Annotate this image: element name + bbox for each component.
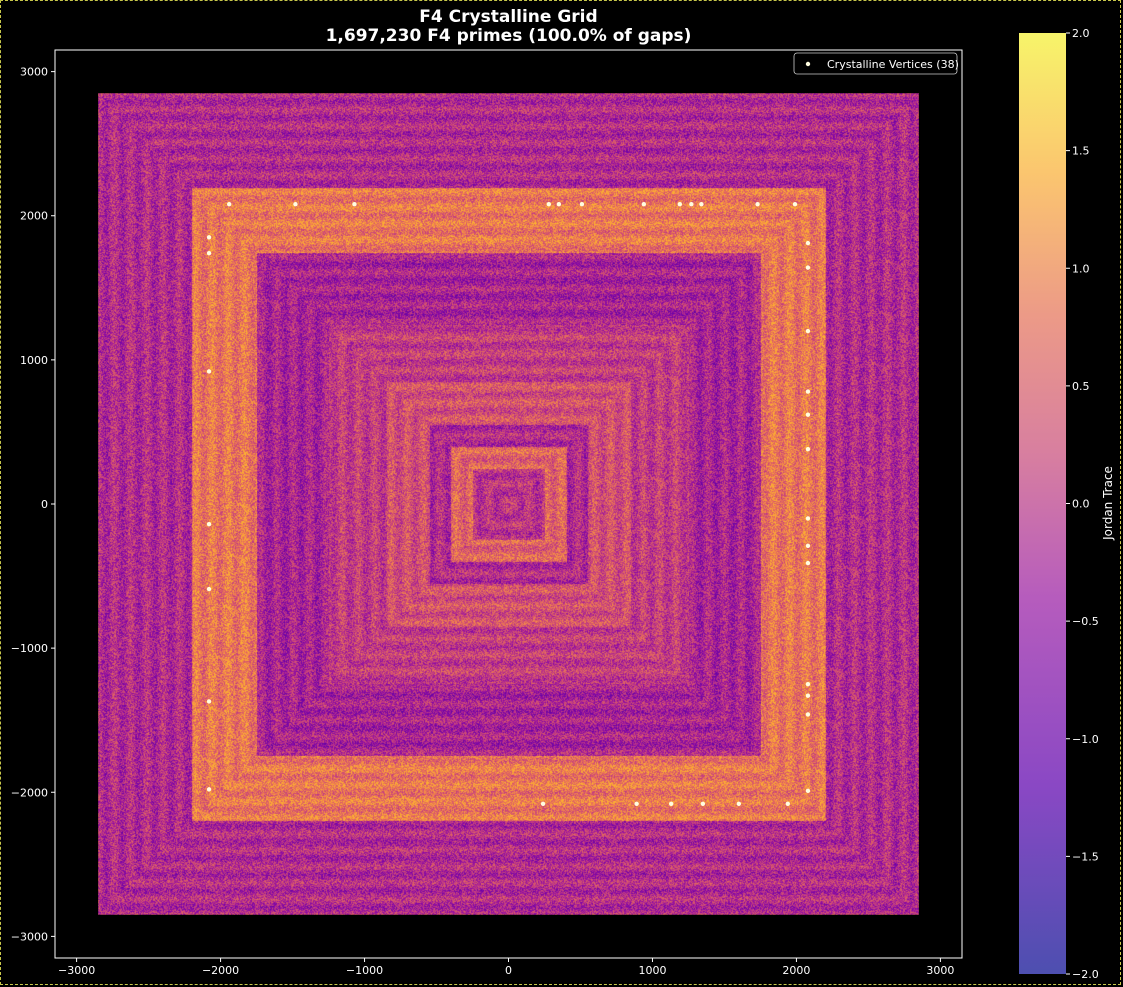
y-tick-label: 0 <box>41 498 48 511</box>
vertex-point <box>206 521 212 527</box>
x-tick-label: 1000 <box>638 964 666 977</box>
legend-marker <box>805 61 811 67</box>
vertex-point <box>805 240 811 246</box>
legend-label: Crystalline Vertices (38) <box>827 58 959 71</box>
vertex-point <box>805 389 811 394</box>
x-tick-label: −2000 <box>202 964 239 977</box>
colorbar-tick-label: −0.5 <box>1072 615 1099 628</box>
vertex-point <box>206 586 212 592</box>
colorbar-tick-label: −1.0 <box>1072 733 1099 746</box>
vertex-point <box>668 801 674 806</box>
vertex-point <box>699 202 704 207</box>
colorbar-tick-label: 2.0 <box>1072 27 1090 40</box>
vertex-point <box>206 699 212 704</box>
vertex-point <box>206 369 212 374</box>
chart-svg: −3000 −2000 −1000 0 1000 2000 3000 −3000−2000−… <box>11 27 1115 981</box>
vertex-point <box>700 801 706 806</box>
vertex-point <box>206 787 212 792</box>
colorbar-tick-label: −1.5 <box>1072 850 1099 863</box>
y-tick-label: −3000 <box>11 930 48 943</box>
colorbar-tick-label: 1.5 <box>1072 145 1090 158</box>
vertex-point <box>785 801 790 806</box>
vertex-point <box>755 202 760 207</box>
vertex-point <box>634 801 639 806</box>
vertex-point <box>352 202 357 207</box>
vertex-point <box>805 788 811 794</box>
x-tick-label: 2000 <box>782 964 810 977</box>
vertex-point <box>579 202 585 207</box>
y-axis: −3000 −2000 −1000 0 1000 2000 3000 <box>11 66 55 943</box>
vertex-point <box>641 202 647 207</box>
colorbar <box>1019 33 1066 974</box>
colorbar-ticks: 2.0 1.5 1.0 0.5 0.0 −0.5 −1.0 −1.5 −2.0 <box>1066 27 1099 981</box>
x-tick-label: 0 <box>505 964 512 977</box>
x-tick-label: 3000 <box>926 964 954 977</box>
colorbar-label: Jordan Trace <box>1101 466 1115 541</box>
vertex-point <box>805 712 811 717</box>
y-tick-label: 1000 <box>20 354 48 367</box>
vertex-point <box>805 681 811 687</box>
y-tick-label: 3000 <box>20 66 48 79</box>
vertex-point <box>805 543 811 548</box>
y-tick-label: −2000 <box>11 786 48 799</box>
vertex-point <box>805 328 811 334</box>
y-tick-label: −1000 <box>11 642 48 655</box>
vertex-point <box>805 560 811 566</box>
colorbar-tick-label: 0.5 <box>1072 380 1090 393</box>
x-tick-label: −3000 <box>58 964 95 977</box>
vertex-point <box>677 202 683 207</box>
colorbar-gradient <box>1019 33 1066 974</box>
vertex-point <box>805 516 811 521</box>
colorbar-tick-label: 0.0 <box>1072 498 1090 511</box>
y-tick-label: 2000 <box>20 210 48 223</box>
legend: Crystalline Vertices (38) <box>793 52 959 75</box>
vertex-point <box>556 202 562 207</box>
vertex-point <box>540 801 546 806</box>
vertex-point <box>805 412 811 417</box>
x-tick-label: −1000 <box>346 964 383 977</box>
vertex-point <box>293 202 298 207</box>
vertex-point <box>227 202 232 207</box>
colorbar-tick-label: 1.0 <box>1072 262 1090 275</box>
vertex-point <box>736 801 742 806</box>
vertex-point <box>546 202 552 207</box>
vertex-point <box>206 235 212 240</box>
plot-area <box>98 93 919 915</box>
vertex-point <box>792 202 798 207</box>
vertex-point <box>805 265 811 270</box>
vertex-point <box>206 251 212 256</box>
vertex-point <box>805 693 811 698</box>
x-axis: −3000 −2000 −1000 0 1000 2000 3000 <box>58 958 954 977</box>
density-field <box>98 93 919 915</box>
vertex-point <box>805 447 811 452</box>
colorbar-tick-label: −2.0 <box>1072 968 1099 981</box>
vertex-point <box>689 202 694 207</box>
